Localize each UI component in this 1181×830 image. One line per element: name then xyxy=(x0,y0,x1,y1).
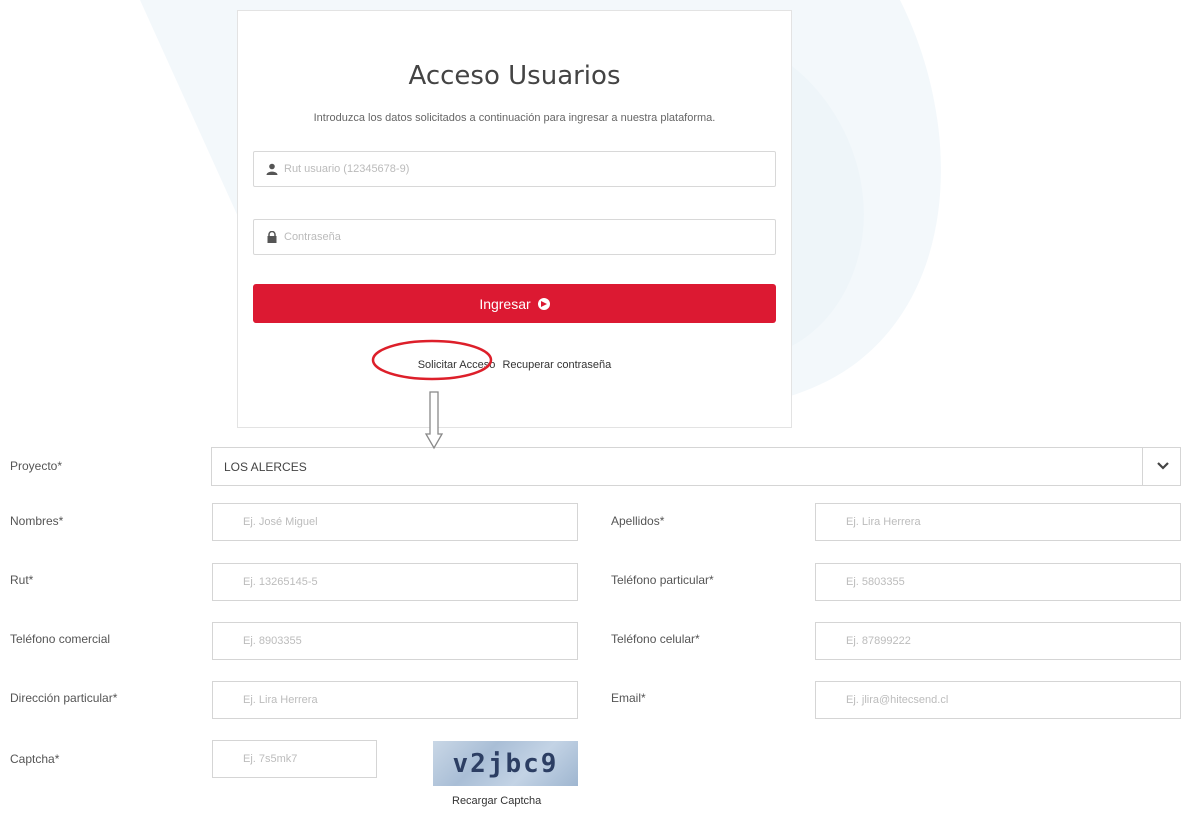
direccion-particular-input[interactable]: Ej. Lira Herrera xyxy=(212,681,578,719)
password-placeholder: Contraseña xyxy=(284,231,341,243)
email-label: Email* xyxy=(611,691,646,705)
rut-label: Rut* xyxy=(10,573,34,587)
nombres-label: Nombres* xyxy=(10,514,64,528)
telefono-comercial-input[interactable]: Ej. 8903355 xyxy=(212,622,578,660)
arrow-circle-right-icon xyxy=(537,297,550,310)
password-input[interactable]: Contraseña xyxy=(253,219,776,255)
email-placeholder: Ej. jlira@hitecsend.cl xyxy=(846,694,949,706)
login-card: Acceso Usuarios Introduzca los datos sol… xyxy=(237,10,792,428)
highlight-ellipse xyxy=(371,339,493,381)
nombres-input[interactable]: Ej. José Miguel xyxy=(212,503,578,541)
telefono-celular-placeholder: Ej. 87899222 xyxy=(846,635,911,647)
telefono-comercial-placeholder: Ej. 8903355 xyxy=(243,635,302,647)
email-input[interactable]: Ej. jlira@hitecsend.cl xyxy=(815,681,1181,719)
login-links: Solicitar Acceso Recuperar contraseña xyxy=(238,359,791,371)
telefono-particular-placeholder: Ej. 5803355 xyxy=(846,576,905,588)
apellidos-label: Apellidos* xyxy=(611,514,665,528)
telefono-particular-label: Teléfono particular* xyxy=(611,573,714,587)
proyecto-select[interactable]: LOS ALERCES xyxy=(211,447,1181,486)
chevron-down-icon xyxy=(1157,462,1169,470)
captcha-placeholder: Ej. 7s5mk7 xyxy=(243,753,298,765)
rut-placeholder: Rut usuario (12345678-9) xyxy=(284,163,410,175)
recargar-captcha-link[interactable]: Recargar Captcha xyxy=(452,795,541,807)
captcha-image: v2jbc9 xyxy=(433,741,578,786)
user-icon xyxy=(266,163,278,175)
telefono-particular-input[interactable]: Ej. 5803355 xyxy=(815,563,1181,601)
direccion-particular-label: Dirección particular* xyxy=(10,691,118,705)
login-title: Acceso Usuarios xyxy=(408,61,621,91)
direccion-particular-placeholder: Ej. Lira Herrera xyxy=(243,694,318,706)
select-divider xyxy=(1142,448,1143,485)
rut-input[interactable]: Rut usuario (12345678-9) xyxy=(253,151,776,187)
nombres-placeholder: Ej. José Miguel xyxy=(243,516,318,528)
ingresar-button[interactable]: Ingresar xyxy=(253,284,776,323)
captcha-image-text: v2jbc9 xyxy=(452,748,559,779)
down-arrow-icon xyxy=(424,391,444,450)
telefono-celular-input[interactable]: Ej. 87899222 xyxy=(815,622,1181,660)
proyecto-value: LOS ALERCES xyxy=(224,459,307,474)
apellidos-placeholder: Ej. Lira Herrera xyxy=(846,516,921,528)
login-subtitle: Introduzca los datos solicitados a conti… xyxy=(313,112,716,124)
lock-icon xyxy=(267,231,277,243)
apellidos-input[interactable]: Ej. Lira Herrera xyxy=(815,503,1181,541)
telefono-celular-label: Teléfono celular* xyxy=(611,632,700,646)
ingresar-label: Ingresar xyxy=(479,295,531,312)
telefono-comercial-label: Teléfono comercial xyxy=(10,632,111,646)
captcha-input[interactable]: Ej. 7s5mk7 xyxy=(212,740,377,778)
rut-field-placeholder: Ej. 13265145-5 xyxy=(243,576,318,588)
recuperar-contrasena-link[interactable]: Recuperar contraseña xyxy=(502,359,611,371)
captcha-label: Captcha* xyxy=(10,752,60,766)
proyecto-label: Proyecto* xyxy=(10,459,63,473)
rut-field[interactable]: Ej. 13265145-5 xyxy=(212,563,578,601)
